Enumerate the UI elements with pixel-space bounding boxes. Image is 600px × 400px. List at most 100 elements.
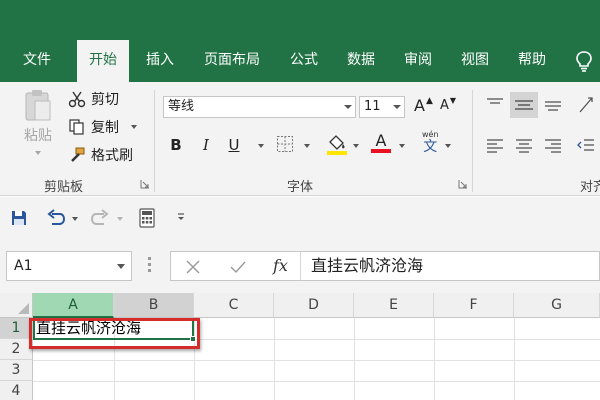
- caret-down-icon: ▼: [449, 96, 457, 105]
- italic-button[interactable]: I: [196, 134, 216, 156]
- excel-window: 文件 开始 插入 页面布局 公式 数据 审阅 视图 帮助 粘贴 剪切 复制 格式…: [0, 0, 600, 400]
- chevron-down-icon: [35, 151, 41, 155]
- phonetic-top-label: wén: [422, 130, 439, 139]
- tab-review[interactable]: 审阅: [394, 40, 442, 82]
- name-box[interactable]: A1: [6, 251, 132, 281]
- font-name-combo[interactable]: 等线: [163, 96, 356, 118]
- paste-icon: [25, 90, 51, 121]
- title-bar: [0, 0, 600, 40]
- grid-line: [33, 381, 600, 382]
- copy-label: 复制: [91, 120, 119, 136]
- chevron-down-icon[interactable]: [258, 144, 264, 148]
- resize-handle[interactable]: [148, 257, 151, 275]
- tab-view[interactable]: 视图: [451, 40, 499, 82]
- chevron-down-icon[interactable]: [131, 125, 137, 129]
- decrease-font-button[interactable]: A ▼: [440, 96, 457, 113]
- column-header-d[interactable]: D: [274, 293, 354, 318]
- tab-home[interactable]: 开始: [77, 40, 129, 82]
- chevron-down-icon[interactable]: [393, 105, 401, 109]
- name-box-value: A1: [14, 258, 33, 274]
- grid-line: [33, 360, 600, 361]
- save-icon[interactable]: [10, 209, 28, 227]
- formula-input[interactable]: 直挂云帆济沧海: [300, 251, 600, 281]
- group-separator: [154, 90, 155, 192]
- chevron-down-icon[interactable]: [117, 264, 125, 269]
- redo-icon[interactable]: [90, 209, 110, 227]
- customize-toolbar-icon[interactable]: [176, 211, 186, 223]
- ribbon: 粘贴 剪切 复制 格式刷 剪贴板 等线 11 A ▲ A ▼ B I U A w…: [0, 82, 600, 196]
- select-all-triangle: [18, 303, 29, 314]
- chevron-down-icon[interactable]: [117, 217, 123, 221]
- highlight-annotation: [29, 318, 200, 349]
- chevron-down-icon[interactable]: [353, 144, 359, 148]
- font-color-button[interactable]: A: [371, 132, 391, 153]
- align-top-icon[interactable]: [485, 96, 505, 114]
- chevron-down-icon[interactable]: [344, 105, 352, 109]
- column-header-g[interactable]: G: [514, 293, 600, 318]
- format-painter-label: 格式刷: [91, 148, 133, 164]
- decrease-indent-icon[interactable]: [576, 137, 596, 153]
- formula-bar: A1 fx 直挂云帆济沧海: [0, 241, 600, 293]
- undo-icon[interactable]: [46, 209, 66, 227]
- tab-help[interactable]: 帮助: [508, 40, 556, 82]
- orientation-icon[interactable]: [576, 94, 596, 116]
- grid-line: [434, 318, 435, 400]
- chevron-down-icon[interactable]: [304, 144, 310, 148]
- decrease-font-label: A: [440, 98, 449, 113]
- column-header-e[interactable]: E: [354, 293, 434, 318]
- paste-label: 粘贴: [24, 128, 52, 144]
- chevron-down-icon[interactable]: [445, 144, 451, 148]
- format-painter-button[interactable]: 格式刷: [68, 144, 133, 166]
- align-center-icon[interactable]: [514, 137, 534, 153]
- row-header-4[interactable]: 4: [0, 381, 33, 400]
- grid-line: [274, 318, 275, 400]
- increase-font-button[interactable]: A ▲: [414, 95, 433, 116]
- column-header-b[interactable]: B: [114, 293, 194, 318]
- cut-label: 剪切: [91, 92, 119, 108]
- tab-insert[interactable]: 插入: [136, 40, 184, 82]
- grid-line: [354, 318, 355, 400]
- caret-up-icon: ▲: [425, 95, 433, 106]
- chevron-down-icon[interactable]: [399, 144, 405, 148]
- fill-color-icon[interactable]: [326, 132, 348, 156]
- dialog-launcher-icon[interactable]: [140, 179, 150, 189]
- copy-icon: [69, 119, 84, 135]
- phonetic-label: 文: [423, 139, 438, 155]
- insert-function-button[interactable]: fx: [273, 256, 288, 275]
- dialog-launcher-icon[interactable]: [458, 179, 468, 189]
- check-icon[interactable]: [229, 259, 247, 275]
- bold-button[interactable]: B: [166, 134, 186, 156]
- align-right-icon[interactable]: [543, 137, 563, 153]
- paste-button[interactable]: 粘贴: [18, 88, 58, 155]
- tab-file[interactable]: 文件: [12, 40, 62, 82]
- row-header-3[interactable]: 3: [0, 360, 33, 381]
- column-header-c[interactable]: C: [194, 293, 274, 318]
- tab-data[interactable]: 数据: [337, 40, 385, 82]
- font-name-value: 等线: [168, 99, 195, 114]
- font-group-label: 字体: [287, 180, 314, 195]
- font-size-combo[interactable]: 11: [359, 96, 405, 118]
- borders-icon[interactable]: [276, 135, 294, 153]
- tab-page-layout[interactable]: 页面布局: [194, 40, 270, 82]
- select-all-button[interactable]: [0, 293, 33, 318]
- group-separator: [472, 90, 473, 192]
- quick-access-toolbar: [0, 197, 600, 241]
- align-bottom-icon[interactable]: [543, 96, 563, 114]
- tab-formulas[interactable]: 公式: [280, 40, 328, 82]
- underline-button[interactable]: U: [224, 134, 244, 156]
- font-color-swatch: [371, 149, 391, 153]
- column-header-f[interactable]: F: [434, 293, 514, 318]
- font-size-value: 11: [364, 99, 381, 114]
- align-left-icon[interactable]: [485, 137, 505, 153]
- column-header-a[interactable]: A: [33, 293, 114, 318]
- copy-button[interactable]: 复制: [68, 116, 137, 138]
- close-icon[interactable]: [185, 259, 201, 275]
- align-middle-button[interactable]: [510, 92, 538, 118]
- calculator-icon[interactable]: [138, 208, 156, 228]
- cut-button[interactable]: 剪切: [68, 88, 119, 110]
- lightbulb-icon[interactable]: [574, 50, 594, 72]
- paintbrush-icon: [71, 147, 85, 162]
- chevron-down-icon[interactable]: [72, 217, 78, 221]
- phonetic-guide-button[interactable]: wén 文: [422, 130, 439, 155]
- align-middle-icon: [515, 100, 533, 110]
